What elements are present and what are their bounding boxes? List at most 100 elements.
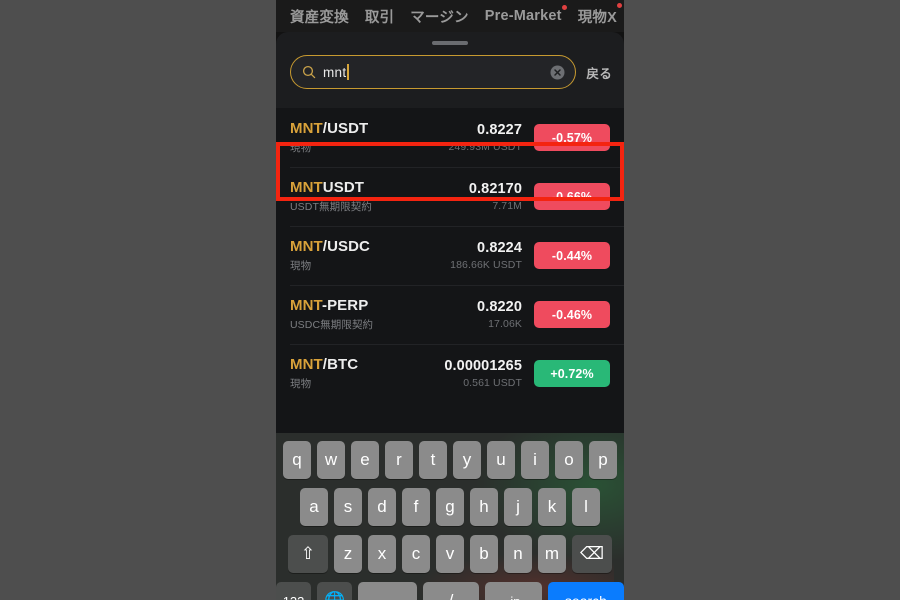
- search-bottom-sheet: mnt 戻る MNT/USDT 現物 0.8227 249.93M USDT -…: [276, 32, 624, 600]
- search-results-list: MNT/USDT 現物 0.8227 249.93M USDT -0.57% M…: [276, 108, 624, 433]
- key-s[interactable]: s: [334, 488, 362, 526]
- row-pair-rest: /BTC: [322, 356, 359, 373]
- screenshot-canvas: 資産変換 取引 マージン Pre-Market 現物X ボ: [0, 0, 900, 600]
- row-symbol-block: MNT/USDC 現物: [290, 238, 410, 273]
- row-pair-match: MNT: [290, 179, 323, 196]
- key-w[interactable]: w: [317, 441, 345, 479]
- status-badge[interactable]: -0.44%: [534, 242, 610, 269]
- status-badge[interactable]: -0.46%: [534, 301, 610, 328]
- key-j[interactable]: j: [504, 488, 532, 526]
- table-row[interactable]: MNTUSDT USDT無期限契約 0.82170 7.71M -0.66%: [276, 167, 624, 226]
- key-o[interactable]: o: [555, 441, 583, 479]
- key-i[interactable]: i: [521, 441, 549, 479]
- row-volume: 7.71M: [492, 200, 522, 212]
- key-c[interactable]: c: [402, 535, 430, 573]
- nav-item-4[interactable]: 現物X: [577, 2, 622, 27]
- row-pair: MNT/BTC: [290, 356, 410, 373]
- row-price-block: 0.8224 186.66K USDT: [410, 240, 534, 271]
- key-e[interactable]: e: [351, 441, 379, 479]
- row-volume: 17.06K: [488, 318, 522, 330]
- key-y[interactable]: y: [453, 441, 481, 479]
- search-row: mnt 戻る: [276, 45, 624, 89]
- row-pair-rest: /USDT: [322, 120, 369, 137]
- row-pair-rest: -PERP: [321, 297, 369, 314]
- nav-item-2[interactable]: マージン: [410, 6, 469, 27]
- key-l[interactable]: l: [572, 488, 600, 526]
- row-symbol-block: MNTUSDT USDT無期限契約: [290, 179, 410, 214]
- key-q[interactable]: q: [283, 441, 311, 479]
- row-pair: MNT/USDT: [290, 120, 410, 137]
- nav-item-3[interactable]: Pre-Market: [484, 5, 567, 24]
- row-subtitle: 現物: [290, 260, 312, 272]
- table-row[interactable]: MNT/USDT 現物 0.8227 249.93M USDT -0.57%: [276, 108, 624, 167]
- key-p[interactable]: p: [589, 441, 617, 479]
- key-u[interactable]: u: [487, 441, 515, 479]
- row-price-block: 0.00001265 0.561 USDT: [410, 358, 534, 389]
- key-k[interactable]: k: [538, 488, 566, 526]
- globe-icon[interactable]: 🌐: [317, 582, 353, 600]
- row-symbol-block: MNT-PERP USDC無期限契約: [290, 297, 410, 332]
- backspace-key-icon[interactable]: ⌫: [572, 535, 612, 573]
- row-price-block: 0.82170 7.71M: [410, 181, 534, 212]
- row-pair-match: MNT: [290, 238, 323, 255]
- key-h[interactable]: h: [470, 488, 498, 526]
- nav-item-label: 取引: [364, 9, 395, 26]
- status-badge[interactable]: -0.57%: [534, 124, 610, 151]
- search-icon: [302, 65, 316, 79]
- keyboard-row-3: ⇧ z x c v b n m ⌫: [276, 535, 624, 573]
- row-pair: MNT-PERP: [290, 297, 410, 314]
- table-row[interactable]: MNT/BTC 現物 0.00001265 0.561 USDT +0.72%: [276, 344, 624, 403]
- key-a[interactable]: a: [300, 488, 328, 526]
- nav-item-0[interactable]: 資産変換: [290, 6, 349, 27]
- notification-dot-icon: [561, 5, 567, 10]
- row-price-block: 0.8220 17.06K: [410, 299, 534, 330]
- jp-domain-key[interactable]: .jp: [485, 582, 542, 600]
- numbers-key[interactable]: 123: [276, 582, 312, 600]
- notification-dot-icon: [616, 2, 622, 8]
- status-badge[interactable]: +0.72%: [534, 360, 610, 387]
- row-pair-match: MNT: [290, 356, 323, 373]
- nav-item-label: Pre-Market: [484, 8, 562, 24]
- row-volume: 186.66K USDT: [450, 259, 522, 271]
- row-pair-match: MNT: [290, 120, 323, 137]
- row-pair-match: MNT: [290, 297, 322, 314]
- key-b[interactable]: b: [470, 535, 498, 573]
- nav-item-1[interactable]: 取引: [365, 6, 394, 27]
- key-g[interactable]: g: [436, 488, 464, 526]
- row-price: 0.8227: [477, 122, 522, 138]
- status-badge[interactable]: -0.66%: [534, 183, 610, 210]
- key-m[interactable]: m: [538, 535, 566, 573]
- key-r[interactable]: r: [385, 441, 413, 479]
- row-symbol-block: MNT/BTC 現物: [290, 356, 410, 391]
- clear-icon[interactable]: [550, 65, 565, 80]
- table-row[interactable]: MNT/USDC 現物 0.8224 186.66K USDT -0.44%: [276, 226, 624, 285]
- key-z[interactable]: z: [334, 535, 362, 573]
- period-key[interactable]: .: [358, 582, 417, 600]
- keyboard-row-2: a s d f g h j k l: [276, 488, 624, 526]
- back-button[interactable]: 戻る: [586, 63, 612, 82]
- row-price: 0.82170: [468, 181, 522, 197]
- key-f[interactable]: f: [402, 488, 430, 526]
- slash-key[interactable]: /: [422, 582, 480, 600]
- keyboard-row-4: 123 🌐 . / .jp search: [276, 582, 624, 600]
- search-input[interactable]: mnt: [290, 55, 577, 89]
- nav-item-label: 現物X: [577, 9, 617, 26]
- row-subtitle: USDT無期限契約: [290, 201, 372, 213]
- row-price: 0.00001265: [444, 358, 522, 374]
- shift-key-icon[interactable]: ⇧: [288, 535, 328, 573]
- key-d[interactable]: d: [368, 488, 396, 526]
- key-t[interactable]: t: [419, 441, 447, 479]
- text-cursor: [347, 64, 350, 80]
- on-screen-keyboard: q w e r t y u i o p a s d f g h j k l ⇧ …: [276, 433, 624, 600]
- key-x[interactable]: x: [368, 535, 396, 573]
- key-n[interactable]: n: [504, 535, 532, 573]
- table-row[interactable]: MNT-PERP USDC無期限契約 0.8220 17.06K -0.46%: [276, 285, 624, 344]
- row-pair-rest: USDT: [322, 179, 365, 196]
- row-volume: 249.93M USDT: [448, 141, 522, 153]
- row-subtitle: 現物: [290, 142, 312, 154]
- nav-item-label: マージン: [410, 9, 469, 26]
- search-key[interactable]: search: [547, 582, 624, 600]
- search-input-value: mnt: [323, 64, 347, 80]
- row-price: 0.8224: [477, 240, 522, 256]
- key-v[interactable]: v: [436, 535, 464, 573]
